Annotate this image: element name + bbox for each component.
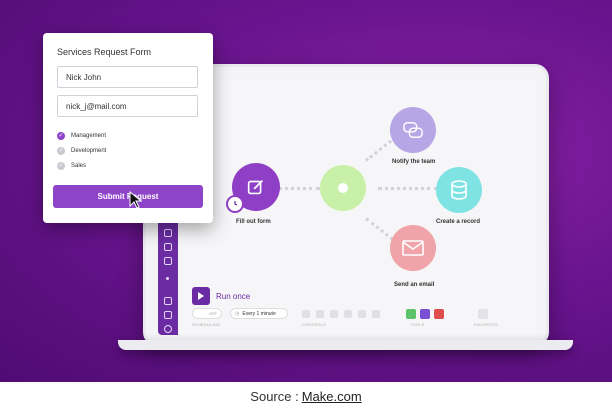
router-icon — [338, 183, 348, 193]
database-icon — [451, 180, 467, 200]
unchecked-icon: ✓ — [57, 162, 65, 170]
bell-icon[interactable] — [164, 297, 172, 305]
run-once-label: Run once — [216, 292, 251, 301]
tools-section-label: TOOLS — [410, 322, 425, 327]
hero-background: Fill out form Notify the team Create a r… — [0, 0, 612, 382]
device-icon[interactable] — [164, 229, 172, 237]
chat-icon — [403, 122, 423, 138]
checked-icon: ✓ — [57, 132, 65, 140]
option-label: Management — [71, 133, 107, 139]
tools-gear-icon[interactable] — [406, 309, 416, 319]
toggle-label: OFF — [209, 311, 217, 316]
clock-icon — [226, 195, 244, 213]
link-icon[interactable] — [164, 257, 172, 265]
play-icon — [198, 292, 204, 300]
record-node[interactable] — [436, 167, 482, 213]
unchecked-icon: ✓ — [57, 147, 65, 155]
more-controls-icon[interactable] — [372, 310, 380, 318]
source-link[interactable]: Make.com — [302, 389, 362, 404]
notify-label: Notify the team — [392, 159, 436, 165]
connector-form-router — [278, 187, 320, 190]
router-node[interactable] — [320, 165, 366, 211]
email-label: Send an email — [394, 282, 435, 288]
database-icon[interactable] — [164, 243, 172, 251]
form-title: Services Request Form — [57, 47, 152, 57]
name-field[interactable]: Nick John — [57, 66, 198, 88]
email-node[interactable] — [390, 225, 436, 271]
avatar-icon[interactable] — [164, 325, 172, 333]
option-label: Development — [71, 148, 107, 154]
autoalign-icon[interactable] — [344, 310, 352, 318]
submit-request-button[interactable]: Submit Request — [53, 185, 203, 208]
mail-icon — [402, 240, 424, 256]
save-icon[interactable] — [302, 310, 310, 318]
tools-text-icon[interactable] — [434, 309, 444, 319]
notes-icon[interactable] — [330, 310, 338, 318]
image-caption: Source : Make.com — [0, 382, 612, 410]
more-icon[interactable] — [166, 277, 169, 280]
record-label: Create a record — [436, 219, 481, 225]
caption-prefix: Source : — [250, 388, 299, 404]
favorites-section-label: FAVORITES — [474, 322, 498, 327]
email-field[interactable]: nick_j@mail.com — [57, 95, 198, 117]
option-sales[interactable]: ✓ Sales — [57, 162, 86, 170]
laptop-base — [118, 340, 573, 350]
scenario-editor: Fill out form Notify the team Create a r… — [158, 79, 536, 335]
add-favorite-icon[interactable] — [478, 309, 488, 319]
option-management[interactable]: ✓ Management — [57, 132, 106, 140]
interval-text: Every 1 minute — [242, 310, 276, 317]
scheduling-section-label: SCHEDULING — [192, 322, 221, 327]
settings-icon[interactable] — [316, 310, 324, 318]
services-request-form: Services Request Form Nick John nick_j@m… — [43, 33, 213, 223]
explain-flow-icon[interactable] — [358, 310, 366, 318]
fill-form-label: Fill out form — [236, 219, 271, 225]
key-icon[interactable] — [164, 311, 172, 319]
option-development[interactable]: ✓ Development — [57, 147, 106, 155]
tools-flow-icon[interactable] — [420, 309, 430, 319]
notify-node[interactable] — [390, 107, 436, 153]
mouse-cursor-icon — [129, 191, 143, 209]
connector-router-record — [378, 187, 438, 190]
option-label: Sales — [71, 163, 87, 169]
edit-icon — [247, 179, 264, 195]
schedule-toggle[interactable]: OFF — [192, 308, 222, 319]
clock-small-icon: ◷ — [235, 310, 240, 317]
controls-section-label: CONTROLS — [302, 322, 326, 327]
schedule-interval[interactable]: ◷ Every 1 minute — [230, 308, 288, 319]
run-once-button[interactable] — [192, 287, 210, 305]
